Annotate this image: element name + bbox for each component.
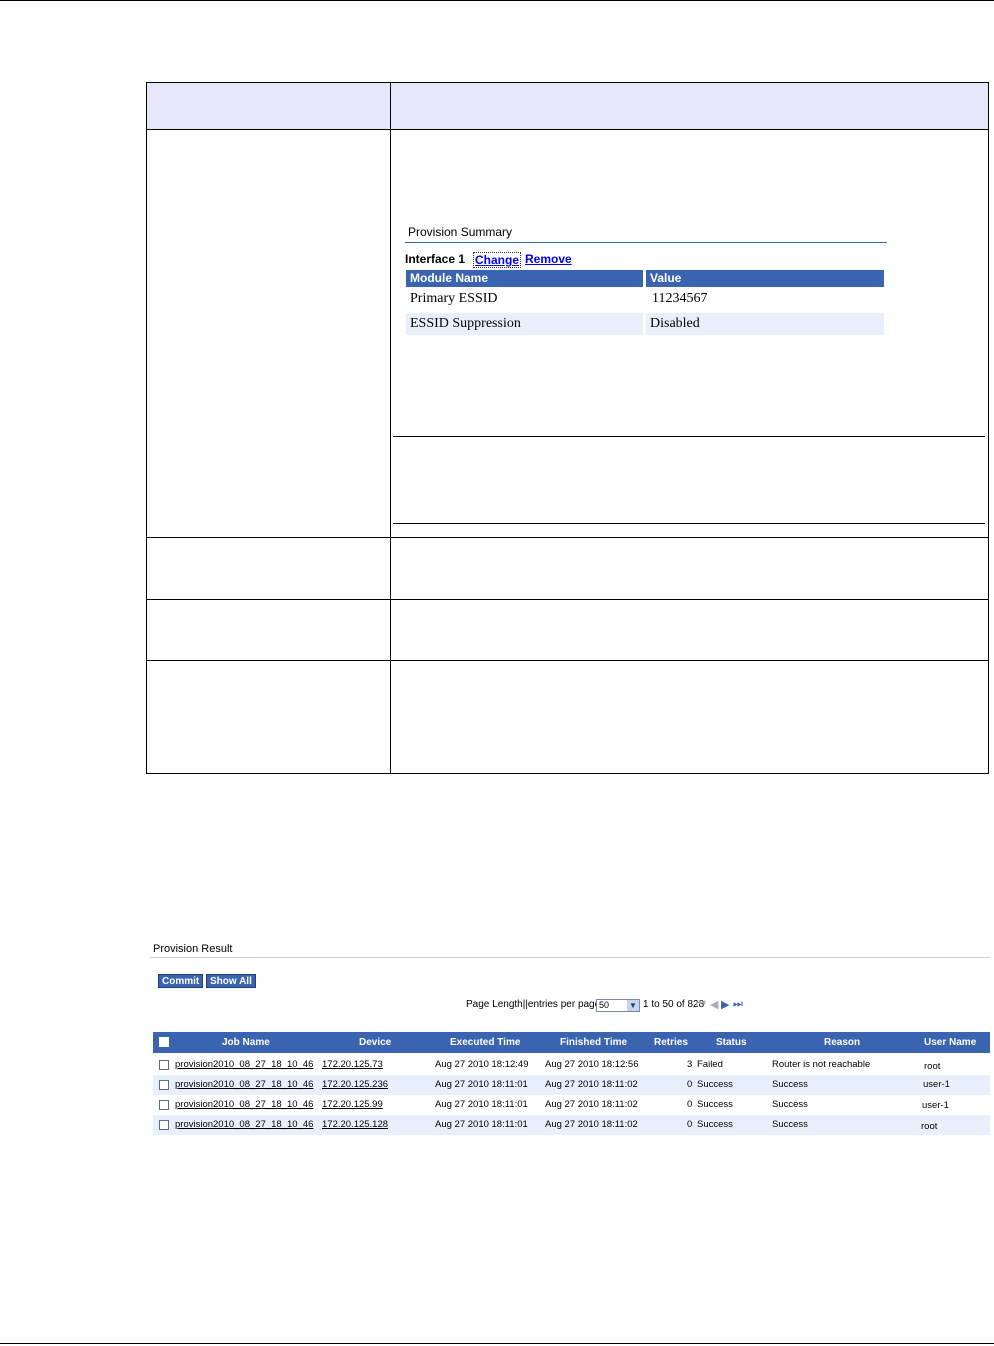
- reason-cell: Success: [772, 1079, 808, 1090]
- provision-summary-rule: [405, 242, 887, 243]
- column-header-user-name[interactable]: User Name: [924, 1032, 976, 1053]
- retries-cell: 3: [687, 1059, 693, 1070]
- select-all-checkbox[interactable]: [159, 1037, 169, 1047]
- commit-button[interactable]: Commit: [158, 974, 204, 988]
- executed-time-cell: Aug 27 2010 18:11:01: [435, 1079, 528, 1090]
- separator-line: [393, 436, 985, 437]
- page-length-label: Page Length||entries per page: [466, 999, 601, 1010]
- executed-time-cell: Aug 27 2010 18:12:49: [435, 1059, 529, 1070]
- column-header-status[interactable]: Status: [716, 1032, 747, 1053]
- change-link[interactable]: Change: [473, 252, 522, 268]
- reason-cell: Router is not reachable: [772, 1059, 871, 1070]
- row-checkbox[interactable]: [159, 1120, 169, 1130]
- provision-summary-panel: Provision Summary Interface 1 Change Rem…: [405, 222, 887, 338]
- chevron-down-icon: ▼: [627, 1000, 639, 1011]
- first-page-icon[interactable]: ⏮: [696, 998, 706, 1011]
- provision-summary-title: Provision Summary: [408, 225, 513, 239]
- status-cell: Success: [697, 1119, 733, 1130]
- reason-cell: Success: [772, 1119, 808, 1130]
- reason-cell: Success: [772, 1099, 808, 1110]
- column-header-retries[interactable]: Retries: [654, 1032, 688, 1053]
- job-name-link[interactable]: provision2010_08_27_18_10_46: [175, 1079, 313, 1091]
- value-cell: 11234567: [652, 291, 708, 306]
- module-name-cell: Primary ESSID: [410, 291, 498, 306]
- show-all-button[interactable]: Show All: [206, 974, 256, 988]
- device-link[interactable]: 172.20.125.99: [322, 1099, 383, 1111]
- column-header-value: Value: [646, 270, 884, 287]
- provision-result-panel: Provision Result Commit Show All Page Le…: [150, 938, 990, 1138]
- column-header-reason[interactable]: Reason: [824, 1032, 860, 1053]
- user-name-cell: root: [924, 1061, 941, 1072]
- page-length-value: 50: [599, 1000, 610, 1010]
- user-name-cell: root: [921, 1121, 938, 1132]
- column-header-module-name: Module Name: [406, 270, 643, 287]
- user-name-cell: user-1: [923, 1079, 950, 1090]
- document-table-column-divider: [390, 83, 391, 773]
- next-page-icon[interactable]: ▶: [721, 998, 729, 1011]
- status-cell: Success: [697, 1079, 733, 1090]
- executed-time-cell: Aug 27 2010 18:11:01: [435, 1119, 528, 1130]
- column-header-device[interactable]: Device: [359, 1032, 391, 1053]
- document-table-header: [147, 83, 988, 130]
- interface-label: Interface 1: [405, 252, 466, 266]
- device-link[interactable]: 172.20.125.73: [322, 1059, 383, 1071]
- job-name-link[interactable]: provision2010_08_27_18_10_46: [175, 1059, 313, 1071]
- provision-result-title-rule: [150, 957, 990, 958]
- document-table-row-divider: [147, 660, 988, 661]
- value-cell: Disabled: [646, 313, 884, 335]
- page-length-select[interactable]: 50 ▼: [596, 999, 640, 1012]
- row-checkbox[interactable]: [159, 1060, 169, 1070]
- document-table-row-divider: [147, 599, 988, 600]
- document-table: [146, 82, 989, 774]
- column-header-job-name[interactable]: Job Name: [222, 1032, 270, 1053]
- retries-cell: 0: [687, 1119, 693, 1130]
- module-name-cell: ESSID Suppression: [406, 313, 643, 335]
- retries-cell: 0: [687, 1079, 693, 1090]
- device-link[interactable]: 172.20.125.236: [322, 1079, 388, 1091]
- device-link[interactable]: 172.20.125.128: [322, 1119, 388, 1131]
- executed-time-cell: Aug 27 2010 18:11:01: [435, 1099, 528, 1110]
- retries-cell: 0: [687, 1099, 693, 1110]
- document-table-row-divider: [147, 537, 988, 538]
- column-header-executed-time[interactable]: Executed Time: [450, 1032, 520, 1053]
- page-top-rule: [0, 0, 994, 1]
- job-name-link[interactable]: provision2010_08_27_18_10_46: [175, 1099, 313, 1111]
- separator-line: [393, 523, 985, 524]
- status-cell: Failed: [697, 1059, 723, 1070]
- page-bottom-rule: [0, 1343, 994, 1344]
- finished-time-cell: Aug 27 2010 18:11:02: [545, 1099, 638, 1110]
- previous-page-icon[interactable]: ◀: [710, 998, 718, 1011]
- user-name-cell: user-1: [922, 1100, 949, 1111]
- row-checkbox[interactable]: [159, 1100, 169, 1110]
- finished-time-cell: Aug 27 2010 18:11:02: [545, 1079, 638, 1090]
- remove-link[interactable]: Remove: [525, 252, 572, 266]
- finished-time-cell: Aug 27 2010 18:12:56: [545, 1059, 639, 1070]
- last-page-icon[interactable]: ⏭: [733, 998, 743, 1011]
- finished-time-cell: Aug 27 2010 18:11:02: [545, 1119, 638, 1130]
- page-range-text: 1 to 50 of 828: [643, 999, 705, 1010]
- job-name-link[interactable]: provision2010_08_27_18_10_46: [175, 1119, 313, 1131]
- column-header-finished-time[interactable]: Finished Time: [560, 1032, 627, 1053]
- row-checkbox[interactable]: [159, 1080, 169, 1090]
- status-cell: Success: [697, 1099, 733, 1110]
- provision-result-title: Provision Result: [153, 943, 233, 955]
